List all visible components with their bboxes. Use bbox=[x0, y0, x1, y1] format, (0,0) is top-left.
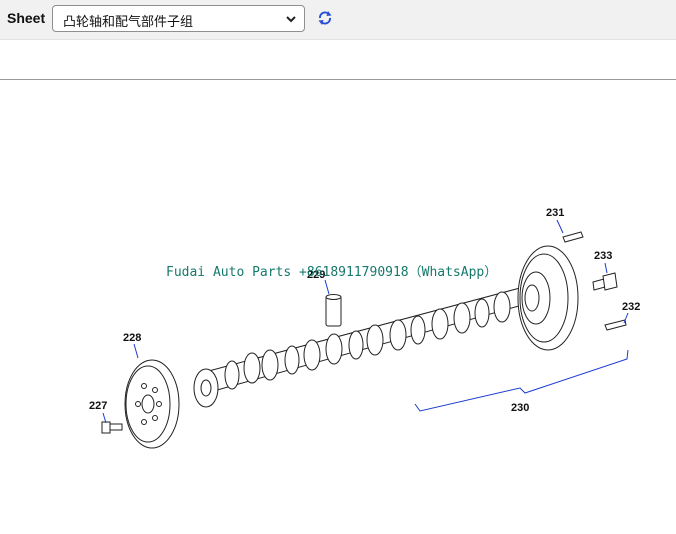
parts-diagram[interactable] bbox=[0, 81, 676, 534]
bolt-227 bbox=[101, 421, 123, 434]
toolbar: Sheet 凸轮轴和配气部件子组 bbox=[0, 0, 676, 40]
chevron-down-icon bbox=[286, 16, 296, 23]
sheet-label: Sheet bbox=[7, 10, 46, 26]
callout-232[interactable]: 232 bbox=[622, 301, 640, 313]
pin-232 bbox=[604, 319, 627, 331]
callout-227[interactable]: 227 bbox=[89, 400, 107, 412]
sheet-select[interactable]: 凸轮轴和配气部件子组 bbox=[52, 5, 305, 32]
tappet-229 bbox=[325, 294, 342, 327]
refresh-icon[interactable] bbox=[316, 9, 334, 27]
secondary-bar bbox=[0, 40, 676, 80]
callout-230[interactable]: 230 bbox=[511, 402, 529, 414]
callout-233[interactable]: 233 bbox=[594, 250, 612, 262]
bolt-233 bbox=[592, 272, 618, 291]
disc-228 bbox=[124, 359, 180, 449]
watermark-text: Fudai Auto Parts +8618911790918（WhatsApp… bbox=[166, 265, 498, 280]
callout-231[interactable]: 231 bbox=[546, 207, 564, 219]
pin-231 bbox=[562, 231, 584, 243]
callout-228[interactable]: 228 bbox=[123, 332, 141, 344]
sheet-select-value: 凸轮轴和配气部件子组 bbox=[63, 15, 194, 30]
